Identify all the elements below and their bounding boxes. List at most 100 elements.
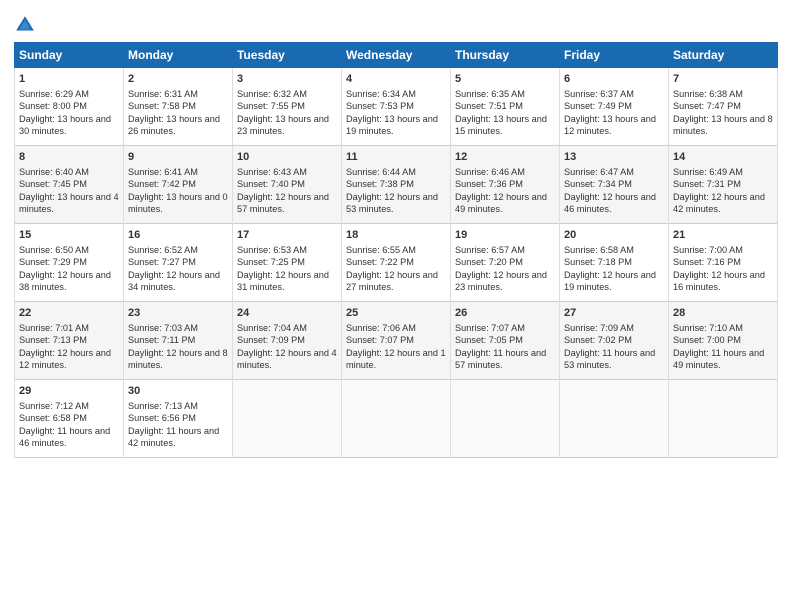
sunrise-text: Sunrise: 6:57 AM bbox=[455, 245, 525, 255]
sunset-text: Sunset: 7:02 PM bbox=[564, 335, 632, 345]
sunset-text: Sunset: 7:09 PM bbox=[237, 335, 305, 345]
day-number: 20 bbox=[564, 228, 664, 243]
calendar-header-row: Sunday Monday Tuesday Wednesday Thursday… bbox=[15, 43, 778, 68]
sunrise-text: Sunrise: 7:04 AM bbox=[237, 323, 307, 333]
calendar-cell: 21Sunrise: 7:00 AMSunset: 7:16 PMDayligh… bbox=[669, 224, 778, 302]
daylight-text: Daylight: 11 hours and 42 minutes. bbox=[128, 426, 219, 448]
calendar-cell: 12Sunrise: 6:46 AMSunset: 7:36 PMDayligh… bbox=[451, 146, 560, 224]
calendar-cell: 17Sunrise: 6:53 AMSunset: 7:25 PMDayligh… bbox=[233, 224, 342, 302]
calendar-cell bbox=[451, 380, 560, 458]
calendar-table: Sunday Monday Tuesday Wednesday Thursday… bbox=[14, 42, 778, 458]
daylight-text: Daylight: 12 hours and 46 minutes. bbox=[564, 192, 656, 214]
sunset-text: Sunset: 7:16 PM bbox=[673, 257, 741, 267]
calendar-week-4: 29 Sunrise: 7:12 AM Sunset: 6:58 PM Dayligh… bbox=[15, 380, 778, 458]
sunrise-text: Sunrise: 6:58 AM bbox=[564, 245, 634, 255]
calendar-cell: 4Sunrise: 6:34 AMSunset: 7:53 PMDaylight… bbox=[342, 68, 451, 146]
daylight-text: Daylight: 12 hours and 8 minutes. bbox=[128, 348, 228, 370]
calendar-week-2: 15Sunrise: 6:50 AMSunset: 7:29 PMDayligh… bbox=[15, 224, 778, 302]
calendar-cell: 9Sunrise: 6:41 AMSunset: 7:42 PMDaylight… bbox=[124, 146, 233, 224]
day-number: 17 bbox=[237, 228, 337, 243]
daylight-text: Daylight: 12 hours and 53 minutes. bbox=[346, 192, 438, 214]
sunrise-text: Sunrise: 6:46 AM bbox=[455, 167, 525, 177]
sunrise-text: Sunrise: 7:07 AM bbox=[455, 323, 525, 333]
calendar-week-1: 8Sunrise: 6:40 AMSunset: 7:45 PMDaylight… bbox=[15, 146, 778, 224]
sunrise-text: Sunrise: 6:50 AM bbox=[19, 245, 89, 255]
daylight-text: Daylight: 13 hours and 8 minutes. bbox=[673, 114, 773, 136]
calendar-cell: 7Sunrise: 6:38 AMSunset: 7:47 PMDaylight… bbox=[669, 68, 778, 146]
sunrise-text: Sunrise: 6:47 AM bbox=[564, 167, 634, 177]
day-number: 21 bbox=[673, 228, 773, 243]
sunrise-text: Sunrise: 7:12 AM bbox=[19, 401, 89, 411]
day-number: 10 bbox=[237, 150, 337, 165]
sunrise-text: Sunrise: 7:13 AM bbox=[128, 401, 198, 411]
page: Sunday Monday Tuesday Wednesday Thursday… bbox=[0, 0, 792, 612]
calendar-cell: 28Sunrise: 7:10 AMSunset: 7:00 PMDayligh… bbox=[669, 302, 778, 380]
day-number: 4 bbox=[346, 72, 446, 87]
col-wednesday: Wednesday bbox=[342, 43, 451, 68]
calendar-week-0: 1Sunrise: 6:29 AMSunset: 8:00 PMDaylight… bbox=[15, 68, 778, 146]
daylight-text: Daylight: 12 hours and 57 minutes. bbox=[237, 192, 329, 214]
sunrise-text: Sunrise: 6:37 AM bbox=[564, 89, 634, 99]
day-number: 24 bbox=[237, 306, 337, 321]
day-number: 11 bbox=[346, 150, 446, 165]
daylight-text: Daylight: 12 hours and 38 minutes. bbox=[19, 270, 111, 292]
sunrise-text: Sunrise: 7:03 AM bbox=[128, 323, 198, 333]
day-number: 14 bbox=[673, 150, 773, 165]
sunrise-text: Sunrise: 6:43 AM bbox=[237, 167, 307, 177]
sunset-text: Sunset: 7:49 PM bbox=[564, 101, 632, 111]
sunset-text: Sunset: 7:20 PM bbox=[455, 257, 523, 267]
day-number: 6 bbox=[564, 72, 664, 87]
sunrise-text: Sunrise: 6:38 AM bbox=[673, 89, 743, 99]
col-saturday: Saturday bbox=[669, 43, 778, 68]
sunrise-text: Sunrise: 6:32 AM bbox=[237, 89, 307, 99]
day-number: 1 bbox=[19, 72, 119, 87]
calendar-cell: 2Sunrise: 6:31 AMSunset: 7:58 PMDaylight… bbox=[124, 68, 233, 146]
daylight-text: Daylight: 12 hours and 19 minutes. bbox=[564, 270, 656, 292]
logo-icon bbox=[14, 14, 36, 36]
daylight-text: Daylight: 13 hours and 30 minutes. bbox=[19, 114, 111, 136]
daylight-text: Daylight: 12 hours and 12 minutes. bbox=[19, 348, 111, 370]
sunrise-text: Sunrise: 7:01 AM bbox=[19, 323, 89, 333]
calendar-cell: 23Sunrise: 7:03 AMSunset: 7:11 PMDayligh… bbox=[124, 302, 233, 380]
calendar-cell: 18Sunrise: 6:55 AMSunset: 7:22 PMDayligh… bbox=[342, 224, 451, 302]
calendar-cell: 26Sunrise: 7:07 AMSunset: 7:05 PMDayligh… bbox=[451, 302, 560, 380]
day-number: 3 bbox=[237, 72, 337, 87]
col-thursday: Thursday bbox=[451, 43, 560, 68]
sunset-text: Sunset: 8:00 PM bbox=[19, 101, 87, 111]
daylight-text: Daylight: 13 hours and 23 minutes. bbox=[237, 114, 329, 136]
sunrise-text: Sunrise: 6:34 AM bbox=[346, 89, 416, 99]
header bbox=[14, 10, 778, 36]
calendar-cell: 3Sunrise: 6:32 AMSunset: 7:55 PMDaylight… bbox=[233, 68, 342, 146]
sunset-text: Sunset: 7:22 PM bbox=[346, 257, 414, 267]
day-number: 7 bbox=[673, 72, 773, 87]
day-number: 12 bbox=[455, 150, 555, 165]
sunrise-text: Sunrise: 6:31 AM bbox=[128, 89, 198, 99]
daylight-text: Daylight: 13 hours and 0 minutes. bbox=[128, 192, 228, 214]
daylight-text: Daylight: 12 hours and 4 minutes. bbox=[237, 348, 337, 370]
col-tuesday: Tuesday bbox=[233, 43, 342, 68]
sunrise-text: Sunrise: 7:06 AM bbox=[346, 323, 416, 333]
daylight-text: Daylight: 12 hours and 34 minutes. bbox=[128, 270, 220, 292]
sunset-text: Sunset: 7:13 PM bbox=[19, 335, 87, 345]
daylight-text: Daylight: 12 hours and 27 minutes. bbox=[346, 270, 438, 292]
calendar-cell: 14Sunrise: 6:49 AMSunset: 7:31 PMDayligh… bbox=[669, 146, 778, 224]
day-number: 16 bbox=[128, 228, 228, 243]
calendar-cell bbox=[233, 380, 342, 458]
day-number: 28 bbox=[673, 306, 773, 321]
calendar-cell: 22Sunrise: 7:01 AMSunset: 7:13 PMDayligh… bbox=[15, 302, 124, 380]
day-number: 13 bbox=[564, 150, 664, 165]
sunset-text: Sunset: 6:58 PM bbox=[19, 413, 87, 423]
sunrise-text: Sunrise: 6:44 AM bbox=[346, 167, 416, 177]
sunset-text: Sunset: 7:38 PM bbox=[346, 179, 414, 189]
daylight-text: Daylight: 12 hours and 42 minutes. bbox=[673, 192, 765, 214]
calendar-cell: 25Sunrise: 7:06 AMSunset: 7:07 PMDayligh… bbox=[342, 302, 451, 380]
sunset-text: Sunset: 7:29 PM bbox=[19, 257, 87, 267]
calendar-cell: 5Sunrise: 6:35 AMSunset: 7:51 PMDaylight… bbox=[451, 68, 560, 146]
day-number: 2 bbox=[128, 72, 228, 87]
sunrise-text: Sunrise: 7:00 AM bbox=[673, 245, 743, 255]
daylight-text: Daylight: 12 hours and 49 minutes. bbox=[455, 192, 547, 214]
sunset-text: Sunset: 7:07 PM bbox=[346, 335, 414, 345]
calendar-cell: 29Sunrise: 7:12 AMSunset: 6:58 PMDayligh… bbox=[15, 380, 124, 458]
sunset-text: Sunset: 7:31 PM bbox=[673, 179, 741, 189]
day-number: 29 bbox=[19, 384, 119, 399]
